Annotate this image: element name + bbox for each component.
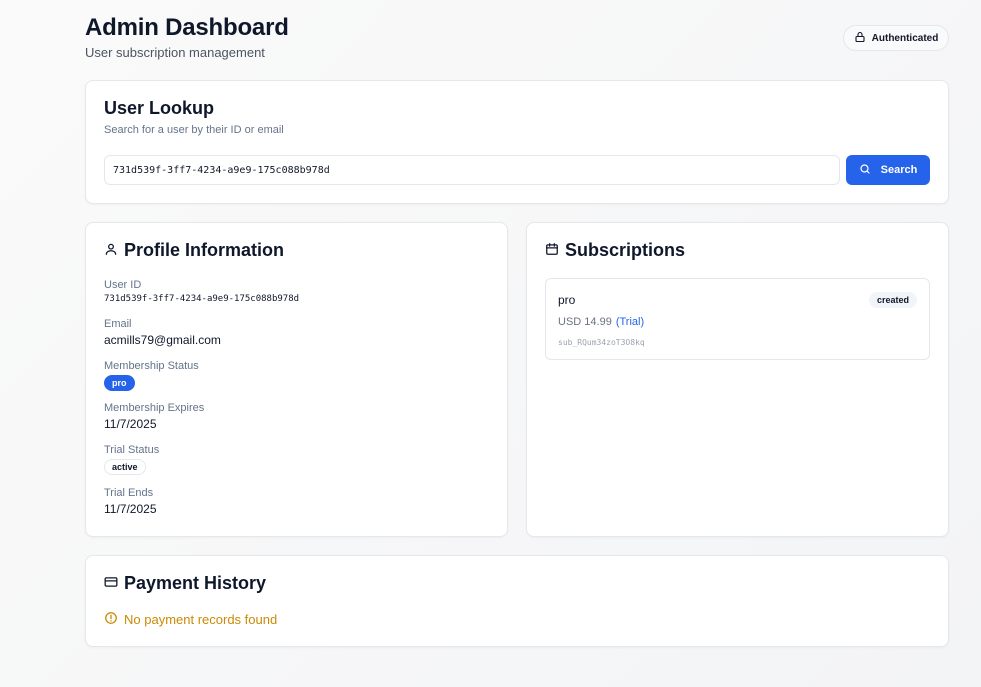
subscription-price-row: USD 14.99 (Trial) xyxy=(558,316,644,328)
user-id-value: 731d539f-3ff7-4234-a9e9-175c088b978d xyxy=(104,294,300,304)
membership-expires-value: 11/7/2025 xyxy=(104,417,157,431)
trial-ends-label: Trial Ends xyxy=(104,487,154,499)
membership-status-label: Membership Status xyxy=(104,360,199,372)
calendar-icon xyxy=(545,240,559,261)
subscription-trial-tag: (Trial) xyxy=(615,316,645,328)
user-icon xyxy=(104,240,118,261)
subscriptions-card: Subscriptions pro created USD 14.99 (Tria… xyxy=(526,222,949,537)
user-search-input[interactable] xyxy=(104,155,840,185)
search-button-label: Search xyxy=(880,164,918,176)
trial-status-badge: active xyxy=(104,459,146,475)
subscription-plan: pro xyxy=(558,293,576,307)
lock-icon xyxy=(854,31,866,46)
no-payments-text: No payment records found xyxy=(124,612,278,627)
search-button[interactable]: Search xyxy=(846,155,930,185)
membership-expires-label: Membership Expires xyxy=(104,402,205,414)
user-lookup-card: User Lookup Search for a user by their I… xyxy=(85,80,949,204)
credit-card-icon xyxy=(104,573,118,594)
membership-status-badge: pro xyxy=(104,375,135,391)
no-payments-message: No payment records found xyxy=(104,611,277,628)
subscription-status-badge: created xyxy=(868,292,917,308)
profile-information-card: Profile Information User ID 731d539f-3ff… xyxy=(85,222,508,537)
profile-information-title: Profile Information xyxy=(104,240,284,261)
subscription-id: sub_RQum34zoT3O8kq xyxy=(558,338,645,347)
trial-status-label: Trial Status xyxy=(104,444,160,456)
page-subtitle: User subscription management xyxy=(85,45,265,60)
auth-status-badge: Authenticated xyxy=(843,25,949,51)
subscription-item[interactable]: pro created USD 14.99 (Trial) sub_RQum34z… xyxy=(545,278,930,360)
user-lookup-description: Search for a user by their ID or email xyxy=(104,124,284,136)
subscriptions-title-text: Subscriptions xyxy=(565,240,686,260)
page-title: Admin Dashboard xyxy=(85,14,289,41)
subscription-price: USD 14.99 xyxy=(558,316,612,328)
profile-information-title-text: Profile Information xyxy=(124,240,285,260)
email-label: Email xyxy=(104,318,132,330)
payment-history-title: Payment History xyxy=(104,573,266,594)
trial-ends-value: 11/7/2025 xyxy=(104,502,157,516)
user-lookup-title: User Lookup xyxy=(104,98,215,118)
auth-status-label: Authenticated xyxy=(871,32,939,44)
alert-circle-icon xyxy=(104,611,118,628)
payment-history-title-text: Payment History xyxy=(124,573,267,593)
admin-dashboard-page: Admin Dashboard User subscription manage… xyxy=(0,0,981,687)
user-id-label: User ID xyxy=(104,279,142,291)
subscriptions-title: Subscriptions xyxy=(545,240,685,261)
search-icon xyxy=(859,163,871,178)
payment-history-card: Payment History No payment records found xyxy=(85,555,949,647)
email-value: acmills79@gmail.com xyxy=(104,333,221,347)
